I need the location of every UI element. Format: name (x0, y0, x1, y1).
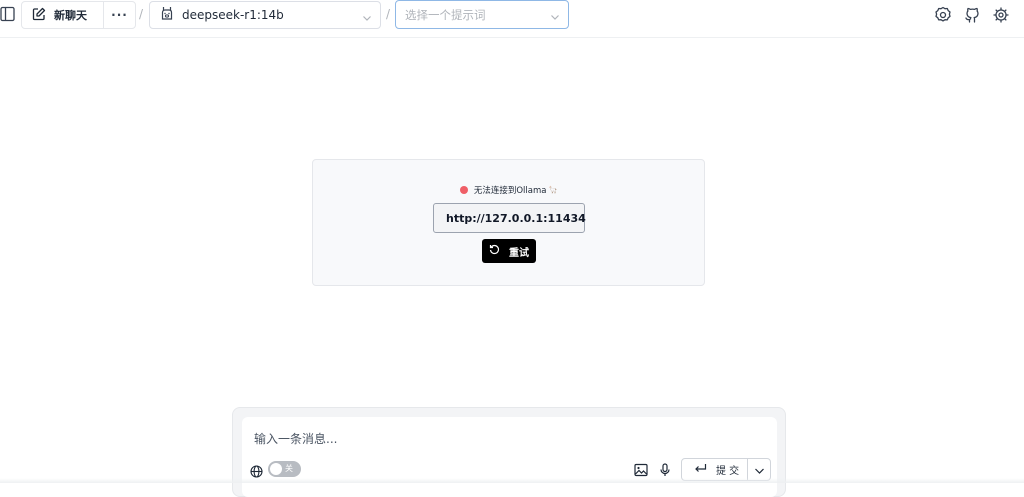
image-icon[interactable] (634, 462, 648, 477)
prompt-select[interactable]: 选择一个提示词 (395, 0, 569, 29)
edit-icon (32, 7, 46, 24)
model-select[interactable]: deepseek-r1:14b (149, 1, 381, 29)
status-dot (459, 186, 468, 194)
header-actions (934, 6, 1010, 24)
top-bar: 新聊天 ··· / deepseek-r1:14b / 选择一个提示词 (0, 0, 1024, 38)
globe-icon[interactable] (250, 463, 263, 478)
bottom-shadow (0, 478, 1024, 483)
message-composer: 输入一条消息... 关 提 交 (232, 407, 786, 497)
ollama-url-value: http://127.0.0.1:11434 (446, 211, 586, 225)
model-select-value: deepseek-r1:14b (182, 8, 284, 22)
new-chat-label: 新聊天 (54, 9, 87, 22)
connection-status: 无法连接到Ollama 🦙 (313, 184, 704, 196)
breadcrumb-separator: / (139, 7, 144, 21)
llama-emoji: 🦙 (548, 186, 558, 194)
refresh-icon (489, 244, 500, 258)
breadcrumb-separator: / (386, 7, 391, 21)
chat-actions-group: 新聊天 ··· (21, 1, 136, 29)
submit-label: 提 交 (716, 466, 740, 477)
chevron-down-icon (550, 10, 560, 24)
prompt-select-placeholder: 选择一个提示词 (405, 7, 486, 22)
enter-icon (694, 463, 707, 477)
message-input[interactable]: 输入一条消息... (254, 430, 337, 447)
web-search-toggle[interactable]: 关 (268, 461, 301, 477)
retry-label: 重试 (509, 247, 529, 259)
more-button[interactable]: ··· (104, 2, 135, 28)
submit-options-button[interactable] (748, 459, 770, 480)
ollama-url-input[interactable]: http://127.0.0.1:11434 (433, 203, 586, 233)
status-text: 无法连接到Ollama (473, 186, 547, 196)
llama-icon (160, 6, 174, 24)
retry-button[interactable]: 重试 (482, 239, 536, 263)
submit-button[interactable]: 提 交 (682, 459, 748, 480)
settings-icon[interactable] (934, 6, 952, 24)
new-chat-button[interactable]: 新聊天 (22, 2, 104, 28)
sidebar-toggle-icon[interactable] (0, 6, 16, 22)
message-input-placeholder: 输入一条消息... (254, 432, 338, 446)
toggle-knob (270, 463, 282, 475)
gear-icon[interactable] (992, 6, 1010, 24)
chevron-down-icon (362, 11, 372, 25)
chevron-down-icon (754, 460, 765, 479)
connection-card: 无法连接到Ollama 🦙 http://127.0.0.1:11434 重试 (312, 159, 705, 286)
composer-box: 输入一条消息... 关 提 交 (242, 417, 777, 497)
microphone-icon[interactable] (658, 462, 672, 476)
github-icon[interactable] (963, 6, 981, 24)
more-icon: ··· (111, 8, 128, 22)
toggle-label: 关 (285, 464, 293, 473)
